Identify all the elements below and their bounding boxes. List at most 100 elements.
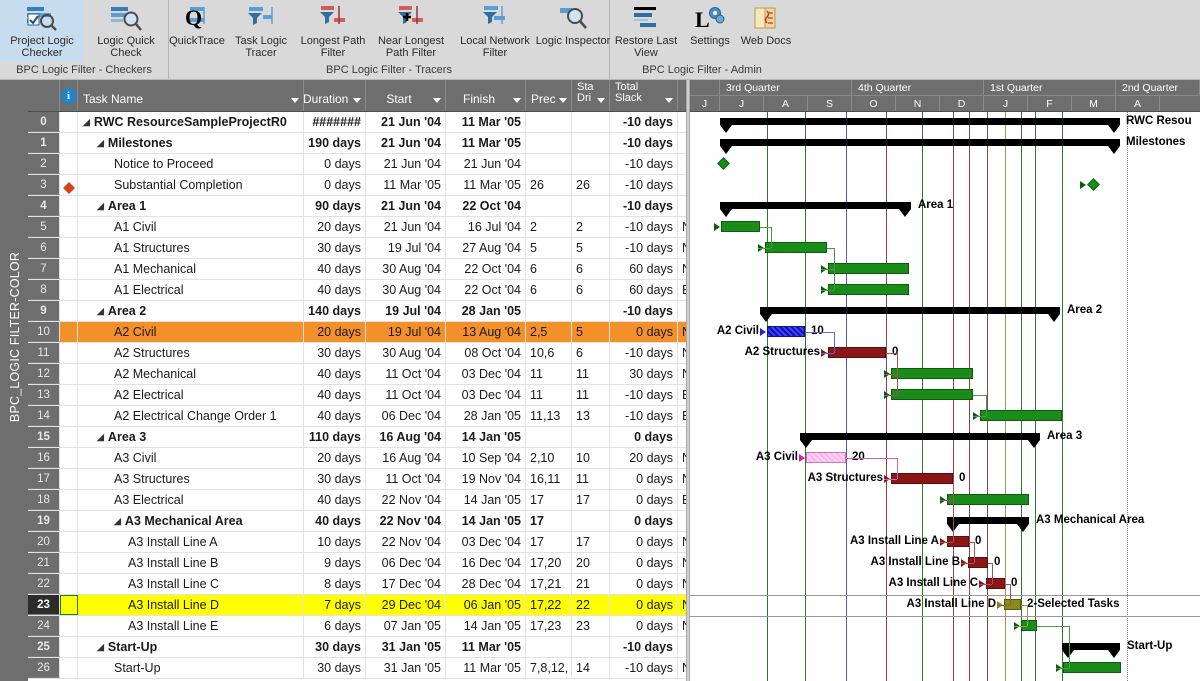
- task-name-cell[interactable]: A1 Civil: [78, 217, 304, 237]
- duration-cell[interactable]: 40 days: [304, 406, 366, 426]
- duration-cell[interactable]: 40 days: [304, 385, 366, 405]
- total-slack-cell[interactable]: -10 days: [610, 658, 678, 678]
- task-name-cell[interactable]: A3 Install Line D: [78, 595, 304, 615]
- row-id-cell[interactable]: 10: [28, 322, 60, 342]
- finish-date-cell[interactable]: 11 Mar '05: [446, 637, 526, 657]
- duration-cell[interactable]: 10 days: [304, 532, 366, 552]
- predecessor-cell[interactable]: 2,10: [526, 448, 572, 468]
- predecessor-cell[interactable]: 5: [526, 238, 572, 258]
- total-slack-cell[interactable]: 0 days: [610, 322, 678, 342]
- summary-bar[interactable]: [720, 202, 911, 209]
- summary-bar[interactable]: [1062, 643, 1120, 650]
- restore-last-view-button[interactable]: Restore Last View: [610, 0, 682, 62]
- summary-bar[interactable]: [800, 433, 1040, 440]
- row-id-cell[interactable]: 1: [28, 133, 60, 153]
- row-indicator-cell[interactable]: [60, 616, 78, 636]
- row-indicator-cell[interactable]: [60, 301, 78, 321]
- longest-path-filter-button[interactable]: Longest Path Filter: [297, 0, 369, 62]
- finish-date-cell[interactable]: 11 Mar '05: [446, 175, 526, 195]
- predecessor-cell[interactable]: [526, 196, 572, 216]
- start-driver-cell[interactable]: 23: [572, 616, 610, 636]
- predecessor-cell[interactable]: 26: [526, 175, 572, 195]
- duration-cell[interactable]: 140 days: [304, 301, 366, 321]
- row-id-cell[interactable]: 3: [28, 175, 60, 195]
- task-name-cell[interactable]: A2 Mechanical: [78, 364, 304, 384]
- task-name-cell[interactable]: ◢Area 3: [78, 427, 304, 447]
- task-name-cell[interactable]: A3 Install Line E: [78, 616, 304, 636]
- total-slack-cell[interactable]: -10 days: [610, 217, 678, 237]
- start-date-cell[interactable]: 19 Jul '04: [366, 238, 446, 258]
- start-date-cell[interactable]: 30 Aug '04: [366, 280, 446, 300]
- task-name-cell[interactable]: A2 Electrical: [78, 385, 304, 405]
- start-driver-cell[interactable]: 5: [572, 322, 610, 342]
- table-row[interactable]: 19◢A3 Mechanical Area40 days22 Nov '0414…: [28, 511, 690, 532]
- row-indicator-cell[interactable]: [60, 238, 78, 258]
- task-bar[interactable]: [765, 242, 827, 253]
- row-id-cell[interactable]: 20: [28, 532, 60, 552]
- total-slack-cell[interactable]: 30 days: [610, 364, 678, 384]
- duration-cell[interactable]: 9 days: [304, 553, 366, 573]
- task-bar[interactable]: [767, 326, 805, 337]
- summary-bar[interactable]: [720, 118, 1120, 125]
- start-driver-cell[interactable]: 22: [572, 595, 610, 615]
- row-indicator-cell[interactable]: [60, 196, 78, 216]
- local-network-filter-button[interactable]: Local Network Filter: [453, 0, 537, 62]
- summary-bar[interactable]: [720, 139, 1120, 146]
- table-row[interactable]: 22A3 Install Line C8 days17 Dec '0428 De…: [28, 574, 690, 595]
- start-date-cell[interactable]: 11 Mar '05: [366, 175, 446, 195]
- finish-date-cell[interactable]: 16 Dec '04: [446, 553, 526, 573]
- milestone-marker[interactable]: [717, 157, 730, 170]
- duration-cell[interactable]: 6 days: [304, 616, 366, 636]
- row-id-cell[interactable]: 18: [28, 490, 60, 510]
- total-slack-cell[interactable]: -10 days: [610, 238, 678, 258]
- summary-bar[interactable]: [947, 517, 1029, 524]
- row-indicator-cell[interactable]: [60, 175, 78, 195]
- total-slack-cell[interactable]: 20 days: [610, 448, 678, 468]
- table-row[interactable]: 20A3 Install Line A10 days22 Nov '0403 D…: [28, 532, 690, 553]
- duration-cell[interactable]: 30 days: [304, 469, 366, 489]
- duration-cell[interactable]: 0 days: [304, 175, 366, 195]
- column-header-total-slack[interactable]: TotalSlack: [610, 80, 678, 111]
- task-name-cell[interactable]: A3 Install Line B: [78, 553, 304, 573]
- row-id-cell[interactable]: 23: [28, 595, 60, 615]
- predecessor-cell[interactable]: 7,8,12,: [526, 658, 572, 678]
- task-logic-tracer-button[interactable]: Task Logic Tracer: [225, 0, 297, 62]
- task-name-cell[interactable]: ◢RWC ResourceSampleProjectR0: [78, 112, 304, 132]
- start-driver-cell[interactable]: 21: [572, 574, 610, 594]
- task-name-cell[interactable]: ◢Area 2: [78, 301, 304, 321]
- finish-date-cell[interactable]: 22 Oct '04: [446, 196, 526, 216]
- predecessor-cell[interactable]: [526, 112, 572, 132]
- task-name-cell[interactable]: Start-Up: [78, 658, 304, 678]
- row-id-cell[interactable]: 2: [28, 154, 60, 174]
- total-slack-cell[interactable]: 0 days: [610, 490, 678, 510]
- row-id-cell[interactable]: 19: [28, 511, 60, 531]
- task-bar[interactable]: [828, 284, 909, 295]
- start-date-cell[interactable]: 11 Oct '04: [366, 469, 446, 489]
- total-slack-cell[interactable]: 0 days: [610, 595, 678, 615]
- predecessor-cell[interactable]: 17: [526, 490, 572, 510]
- finish-date-cell[interactable]: 28 Jan '05: [446, 301, 526, 321]
- row-indicator-cell[interactable]: [60, 637, 78, 657]
- finish-date-cell[interactable]: 22 Oct '04: [446, 259, 526, 279]
- predecessor-cell[interactable]: [526, 427, 572, 447]
- table-row[interactable]: 21A3 Install Line B9 days06 Dec '0416 De…: [28, 553, 690, 574]
- finish-date-cell[interactable]: 22 Oct '04: [446, 280, 526, 300]
- column-header-duration[interactable]: Duration: [304, 80, 366, 111]
- row-id-cell[interactable]: 22: [28, 574, 60, 594]
- chevron-down-icon[interactable]: [513, 98, 521, 103]
- start-date-cell[interactable]: 19 Jul '04: [366, 322, 446, 342]
- table-row[interactable]: 6A1 Structures30 days19 Jul '0427 Aug '0…: [28, 238, 690, 259]
- table-row[interactable]: 9◢Area 2140 days19 Jul '0428 Jan '05-10 …: [28, 301, 690, 322]
- predecessor-cell[interactable]: 6: [526, 259, 572, 279]
- row-indicator-cell[interactable]: [60, 154, 78, 174]
- predecessor-cell[interactable]: 2: [526, 217, 572, 237]
- total-slack-cell[interactable]: -10 days: [610, 175, 678, 195]
- table-row[interactable]: 12A2 Mechanical40 days11 Oct '0403 Dec '…: [28, 364, 690, 385]
- task-name-cell[interactable]: ◢Start-Up: [78, 637, 304, 657]
- start-date-cell[interactable]: 17 Dec '04: [366, 574, 446, 594]
- total-slack-cell[interactable]: -10 days: [610, 301, 678, 321]
- finish-date-cell[interactable]: 14 Jan '05: [446, 616, 526, 636]
- start-driver-cell[interactable]: 14: [572, 658, 610, 678]
- finish-date-cell[interactable]: 03 Dec '04: [446, 364, 526, 384]
- total-slack-cell[interactable]: -10 days: [610, 133, 678, 153]
